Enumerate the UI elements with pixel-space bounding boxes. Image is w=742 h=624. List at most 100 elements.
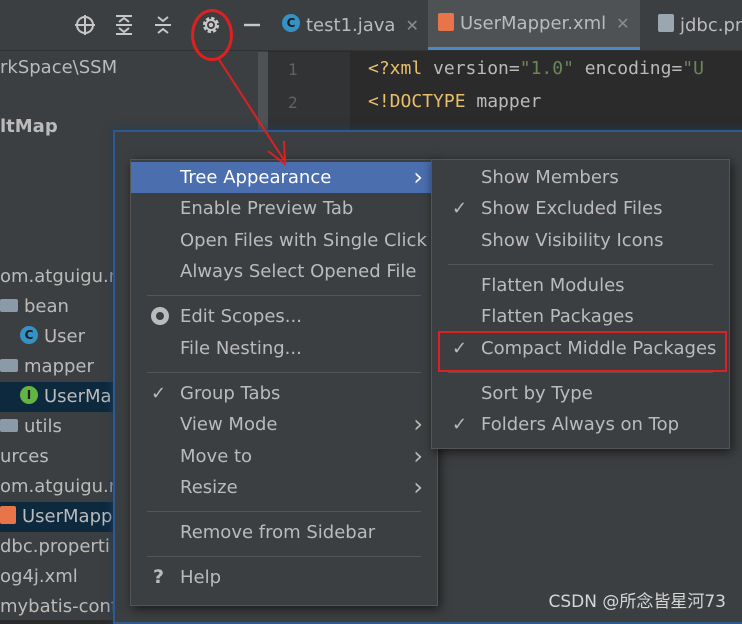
tab-label: jdbc.pr xyxy=(680,14,742,36)
tree-item-label: om.atguigu.m xyxy=(0,266,127,287)
menu-item-resize[interactable]: Resize › xyxy=(131,472,437,503)
code-line[interactable]: <!DOCTYPE mapper xyxy=(368,91,541,112)
folder-icon xyxy=(0,358,18,372)
menu-item-always-select-opened-file[interactable]: Always Select Opened File xyxy=(131,256,437,287)
submenu-item-show-visibility-icons[interactable]: Show Visibility Icons xyxy=(432,225,729,256)
tree-item-label: User xyxy=(44,326,86,347)
project-tree-item[interactable]: om.atguigu.m xyxy=(0,472,126,502)
tab-usermapper-xml[interactable]: UserMapper.xml ✕ xyxy=(428,0,640,50)
close-icon[interactable]: ✕ xyxy=(405,16,418,35)
class-icon: C xyxy=(20,326,38,344)
tree-item-label: ltMap xyxy=(0,116,58,137)
menu-item-label: File Nesting... xyxy=(180,338,302,359)
menu-item-label: Sort by Type xyxy=(481,383,593,404)
menu-item-group-tabs[interactable]: ✓ Group Tabs xyxy=(131,378,437,409)
crosshair-icon[interactable] xyxy=(73,13,97,37)
line-number: 1 xyxy=(288,60,298,79)
project-tree-item[interactable]: C User xyxy=(0,322,85,352)
code-line[interactable]: <?xml version="1.0" encoding="U xyxy=(368,58,704,79)
annotation-circle xyxy=(191,9,233,61)
submenu-item-flatten-packages[interactable]: Flatten Packages xyxy=(432,301,729,332)
tab-test1-java[interactable]: C test1.java ✕ xyxy=(282,0,419,50)
menu-item-label: Folders Always on Top xyxy=(481,414,680,435)
menu-separator xyxy=(448,372,713,373)
menu-item-label: Flatten Modules xyxy=(481,275,625,296)
minimize-icon[interactable] xyxy=(240,13,264,37)
chevron-right-icon: › xyxy=(413,442,423,470)
submenu-item-show-members[interactable]: Show Members xyxy=(432,162,729,193)
menu-item-label: Show Excluded Files xyxy=(481,198,663,219)
chevron-right-icon: › xyxy=(413,163,423,191)
submenu-item-folders-always-on-top[interactable]: ✓ Folders Always on Top xyxy=(432,409,729,440)
menu-item-label: Show Members xyxy=(481,167,619,188)
project-tree-item[interactable]: mapper xyxy=(0,352,94,382)
menu-item-file-nesting[interactable]: File Nesting... xyxy=(131,333,437,364)
tree-appearance-submenu: Show Members ✓ Show Excluded Files Show Vis… xyxy=(431,159,730,449)
submenu-item-show-excluded-files[interactable]: ✓ Show Excluded Files xyxy=(432,193,729,224)
tree-item-label: UserMappe xyxy=(22,506,124,527)
xml-icon xyxy=(438,12,454,31)
menu-item-edit-scopes[interactable]: Edit Scopes... xyxy=(131,301,437,332)
menu-item-label: Flatten Packages xyxy=(481,306,634,327)
options-menu: Tree Appearance › Enable Preview Tab Open F… xyxy=(130,159,438,606)
tree-item-label: mapper xyxy=(24,356,94,377)
editor-tab-bar: C test1.java ✕ UserMapper.xml ✕ jdbc.pr xyxy=(268,0,742,51)
menu-item-label: Always Select Opened File xyxy=(180,261,417,282)
project-tree-item[interactable]: ltMap xyxy=(0,112,58,142)
expand-all-icon[interactable] xyxy=(112,13,136,37)
menu-item-label: Remove from Sidebar xyxy=(180,522,376,543)
menu-item-label: Help xyxy=(180,567,222,588)
project-path: rkSpace\SSM xyxy=(0,57,118,78)
radio-icon xyxy=(151,307,169,325)
project-tree-item[interactable]: urces xyxy=(0,442,49,472)
properties-icon xyxy=(658,14,674,32)
help-icon: ? xyxy=(153,566,165,588)
menu-item-open-files-single-click[interactable]: Open Files with Single Click xyxy=(131,225,437,256)
tree-item-label: UserMa xyxy=(44,386,112,407)
menu-item-label: Open Files with Single Click xyxy=(180,230,427,251)
checkmark-icon: ✓ xyxy=(452,198,468,219)
menu-item-label: Tree Appearance xyxy=(180,167,332,188)
chevron-right-icon: › xyxy=(413,410,423,438)
project-tree-item[interactable]: utils xyxy=(0,412,62,442)
menu-item-move-to[interactable]: Move to › xyxy=(131,441,437,472)
menu-separator xyxy=(147,511,421,512)
menu-separator xyxy=(147,295,421,296)
menu-item-label: Show Visibility Icons xyxy=(481,230,664,251)
collapse-all-icon[interactable] xyxy=(151,13,175,37)
menu-item-tree-appearance[interactable]: Tree Appearance › xyxy=(131,162,437,193)
menu-separator xyxy=(147,556,421,557)
project-tree-item[interactable]: og4j.xml xyxy=(0,562,78,592)
menu-item-enable-preview-tab[interactable]: Enable Preview Tab xyxy=(131,193,437,224)
menu-item-label: Edit Scopes... xyxy=(180,306,302,327)
tab-label: test1.java xyxy=(306,14,396,36)
tab-jdbc-properties[interactable]: jdbc.pr xyxy=(658,0,742,50)
project-tree-item[interactable]: om.atguigu.m xyxy=(0,262,126,292)
tree-item-label: bean xyxy=(24,296,69,317)
watermark: CSDN @所念皆星河73 xyxy=(548,592,726,612)
checkmark-icon: ✓ xyxy=(452,414,468,435)
annotation-box xyxy=(438,331,727,372)
tree-item-label: urces xyxy=(0,446,49,467)
chevron-right-icon: › xyxy=(413,473,423,501)
submenu-item-sort-by-type[interactable]: Sort by Type xyxy=(432,378,729,409)
menu-item-remove-from-sidebar[interactable]: Remove from Sidebar xyxy=(131,517,437,548)
menu-item-help[interactable]: ? Help xyxy=(131,562,437,593)
project-tree-item[interactable]: dbc.properti xyxy=(0,532,110,562)
tab-label: UserMapper.xml xyxy=(460,13,607,34)
menu-separator xyxy=(448,264,713,265)
xml-icon xyxy=(0,506,16,524)
tree-item-label: dbc.properti xyxy=(0,536,110,557)
tree-item-label: om.atguigu.m xyxy=(0,476,127,497)
menu-item-view-mode[interactable]: View Mode › xyxy=(131,409,437,440)
line-number: 2 xyxy=(288,93,298,112)
submenu-item-flatten-modules[interactable]: Flatten Modules xyxy=(432,270,729,301)
project-tree-item[interactable]: bean xyxy=(0,292,69,322)
tree-item-label: og4j.xml xyxy=(0,566,78,587)
checkmark-icon: ✓ xyxy=(151,383,167,404)
menu-item-label: Enable Preview Tab xyxy=(180,198,354,219)
close-icon[interactable]: ✕ xyxy=(616,14,629,33)
menu-item-label: Group Tabs xyxy=(180,383,281,404)
menu-item-label: Resize xyxy=(180,477,238,498)
folder-icon xyxy=(0,418,18,432)
